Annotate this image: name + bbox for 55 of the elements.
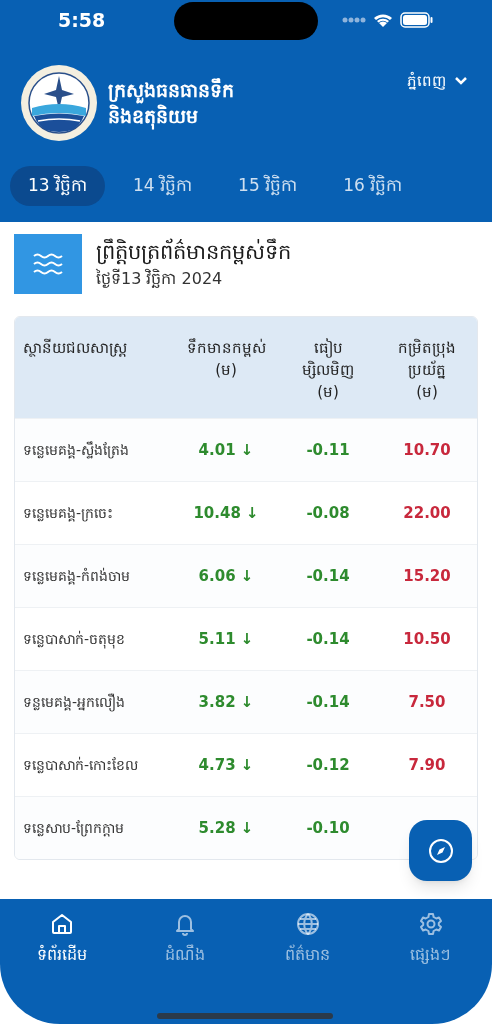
nav-tab[interactable]: ព័ត៌មាន bbox=[246, 911, 369, 967]
table-cell-text: 4.73 ↓ bbox=[197, 754, 255, 776]
table-cell-text: -0.12 bbox=[305, 754, 351, 776]
settings-icon bbox=[417, 911, 444, 937]
app-title-line: ក្រសួងធនធានទឹក bbox=[108, 77, 234, 103]
battery-icon bbox=[400, 12, 434, 28]
status-time: 5:58 bbox=[58, 7, 106, 33]
wifi-icon bbox=[372, 12, 394, 28]
compass-icon bbox=[427, 837, 454, 864]
nav-tab[interactable]: ដំណឹង bbox=[123, 911, 246, 967]
table-cell-text: ទន្លេសាប-ព្រែកក្តាម bbox=[22, 818, 126, 839]
table-cell-text: -0.14 bbox=[305, 628, 351, 650]
table-cell-text: 5.11 ↓ bbox=[197, 628, 255, 650]
column-header: ធៀប ម្សិលមិញ (ម) bbox=[301, 337, 355, 403]
nav-tab[interactable]: ផ្សេងៗ bbox=[369, 911, 492, 967]
table-cell-text: 15.20 bbox=[402, 565, 452, 587]
signal-icon bbox=[342, 16, 366, 24]
table-cell-text: -0.08 bbox=[305, 502, 351, 524]
table-cell-text: 22.00 bbox=[402, 502, 452, 524]
column-header: ស្ថានីយជលសាស្ត្រ bbox=[22, 337, 128, 359]
table-cell-text: ទន្លេបាសាក់-ចតុមុខ bbox=[22, 629, 127, 650]
table-cell-text: ទន្លេបាសាក់-កោះខែល bbox=[22, 755, 140, 776]
table-cell-text: -0.10 bbox=[305, 817, 351, 839]
table-cell-text: 4.01 ↓ bbox=[197, 439, 255, 461]
table-cell-text: 6.06 ↓ bbox=[197, 565, 255, 587]
nav-tab[interactable]: ទំព័រដើម bbox=[0, 911, 123, 967]
table-cell-text: 10.48 ↓ bbox=[192, 502, 260, 524]
table-cell-text: 5.28 ↓ bbox=[197, 817, 255, 839]
table-cell-text: 10.50 bbox=[402, 628, 452, 650]
date-tab[interactable]: 13 វិច្ឆិកា bbox=[10, 166, 106, 206]
table-cell-text: ទន្លេមេគង្គ-ស្ទឹងត្រែង bbox=[22, 440, 131, 461]
table-cell-text: -0.11 bbox=[305, 439, 351, 461]
table-cell-text: ទន្លេមេគង្គ-ក្រចេះ bbox=[22, 503, 115, 524]
table-cell-text: 10.70 bbox=[402, 439, 452, 461]
chevron-down-icon bbox=[454, 76, 468, 87]
table-cell-text: 7.50 bbox=[407, 691, 447, 713]
table-cell-text: -0.14 bbox=[305, 691, 351, 713]
table-cell-text: -0.14 bbox=[305, 565, 351, 587]
date-tab[interactable]: 14 វិច្ឆិកា bbox=[115, 166, 211, 206]
bulletin-date: ថ្ងៃទី13 វិច្ឆិកា 2024 bbox=[96, 267, 224, 290]
globe-icon bbox=[294, 911, 321, 937]
table-cell-text: 7.90 bbox=[407, 754, 447, 776]
logo-icon bbox=[20, 64, 98, 142]
date-tab[interactable]: 16 វិច្ឆិកា bbox=[325, 166, 421, 206]
table-cell-text: ទន្លមេគង្គ-អ្នកលឿង bbox=[22, 692, 127, 713]
app-title-line: និងឧតុនិយម bbox=[108, 103, 234, 129]
column-header: កម្រិតប្រុង ប្រយ័ត្ន (ម) bbox=[397, 337, 457, 403]
waves-icon bbox=[14, 234, 82, 294]
compass-button[interactable] bbox=[409, 820, 472, 881]
table-cell-text: 3.82 ↓ bbox=[197, 691, 255, 713]
column-header: ទឹកមានកម្ពស់ (ម) bbox=[185, 337, 267, 381]
table-cell-text: ទន្លេមេគង្គ-កំពង់ចាម bbox=[22, 566, 132, 587]
location-dropdown[interactable]: ភ្នំពេញ bbox=[407, 64, 468, 93]
date-tab[interactable]: 15 វិច្ឆិកា bbox=[220, 166, 316, 206]
bulletin-title: ព្រឹត្តិបត្រព័ត៌មានកម្ពស់ទឹក bbox=[96, 237, 291, 267]
